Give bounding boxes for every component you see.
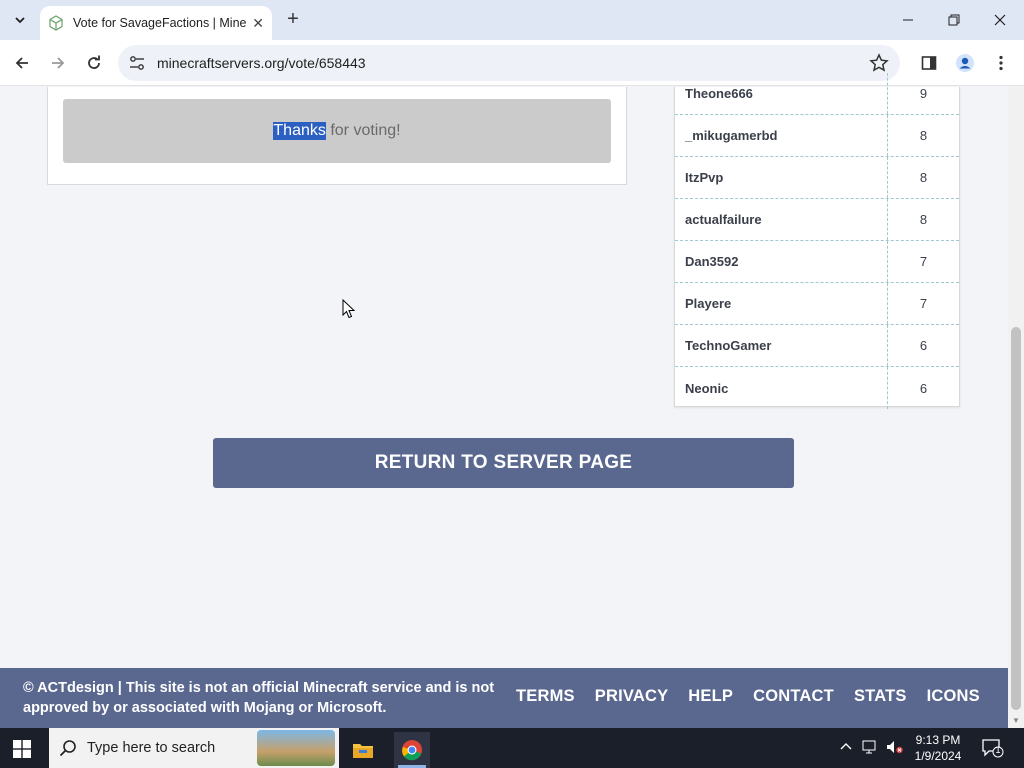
- vote-card: Thanks for voting!: [47, 87, 627, 185]
- browser-tab-bar: Vote for SavageFactions | Minec ✕ +: [0, 0, 1024, 40]
- search-placeholder: Type here to search: [87, 740, 216, 756]
- network-icon[interactable]: [862, 740, 880, 757]
- kebab-menu-icon[interactable]: [990, 52, 1012, 74]
- new-tab-button[interactable]: +: [282, 8, 304, 30]
- voter-count: 8: [919, 170, 928, 185]
- top-voters-table: Theone666 9 _mikugamerbd 8 ItzPvp 8 actualf…: [674, 73, 960, 409]
- minimize-icon[interactable]: [898, 10, 918, 30]
- window-close-icon[interactable]: [990, 10, 1010, 30]
- voter-name: ItzPvp: [675, 157, 888, 198]
- footer-link-terms[interactable]: TERMS: [516, 687, 575, 706]
- voter-row: Neonic 6: [675, 367, 959, 409]
- tab-search-chevron-icon[interactable]: [8, 8, 32, 32]
- scroll-down-arrow-icon[interactable]: ▼: [1012, 716, 1020, 725]
- voter-count: 9: [919, 86, 928, 101]
- site-settings-icon[interactable]: [128, 54, 146, 72]
- voter-row: Playere 7: [675, 283, 959, 325]
- voter-row: TechnoGamer 6: [675, 325, 959, 367]
- voter-count: 7: [919, 254, 928, 269]
- mouse-pointer-icon: [342, 299, 356, 319]
- notification-center-icon[interactable]: 1: [982, 738, 1004, 758]
- clock-date: 1/9/2024: [914, 749, 962, 763]
- thanks-message: Thanks for voting!: [63, 99, 611, 163]
- footer-link-help[interactable]: HELP: [688, 687, 733, 706]
- bookmark-star-icon[interactable]: [869, 53, 889, 73]
- voter-count: 8: [919, 128, 928, 143]
- voter-count: 6: [919, 380, 928, 396]
- voter-name: Playere: [675, 283, 888, 324]
- side-panel-icon[interactable]: [918, 52, 940, 74]
- scrollbar-thumb[interactable]: [1011, 327, 1021, 710]
- voter-row: Dan3592 7: [675, 241, 959, 283]
- footer-link-icons[interactable]: ICONS: [927, 687, 980, 706]
- voter-name: TechnoGamer: [675, 325, 888, 366]
- tab-close-icon[interactable]: ✕: [252, 15, 264, 32]
- footer-link-contact[interactable]: CONTACT: [753, 687, 834, 706]
- search-icon: [59, 740, 76, 757]
- tray-chevron-up-icon[interactable]: [840, 740, 852, 755]
- back-arrow-icon[interactable]: [10, 51, 34, 75]
- voter-name: actualfailure: [675, 199, 888, 240]
- thanks-rest-text: for voting!: [325, 122, 401, 139]
- clock-time: 9:13 PM: [915, 733, 961, 747]
- forward-arrow-icon[interactable]: [46, 51, 70, 75]
- voter-count: 8: [919, 212, 928, 227]
- thanks-highlight-text: Thanks: [273, 122, 326, 140]
- profile-avatar-icon[interactable]: [954, 52, 976, 74]
- page-scrollbar[interactable]: ▼: [1008, 87, 1024, 728]
- tab-title: Vote for SavageFactions | Minec: [73, 16, 247, 30]
- voter-row: Theone666 9: [675, 73, 959, 115]
- voter-row: actualfailure 8: [675, 199, 959, 241]
- address-url[interactable]: minecraftservers.org/vote/658443: [157, 55, 366, 71]
- windows-start-icon[interactable]: [13, 740, 31, 758]
- site-footer: © ACTdesign | This site is not an offici…: [0, 668, 1008, 728]
- voter-name: Theone666: [675, 73, 888, 114]
- windows-taskbar: Type here to search 9:13 PM 1/9/2024 1: [0, 728, 1024, 768]
- chrome-taskbar-icon[interactable]: [394, 732, 430, 768]
- notification-count: 1: [995, 745, 1001, 755]
- footer-link-privacy[interactable]: PRIVACY: [595, 687, 669, 706]
- browser-tab[interactable]: Vote for SavageFactions | Minec ✕: [40, 6, 272, 40]
- voter-row: ItzPvp 8: [675, 157, 959, 199]
- voter-count: 6: [919, 338, 928, 353]
- voter-name: Neonic: [675, 367, 888, 409]
- voter-row: _mikugamerbd 8: [675, 115, 959, 157]
- footer-copyright: © ACTdesign | This site is not an offici…: [23, 680, 495, 716]
- search-highlight-image: [257, 730, 335, 766]
- footer-link-stats[interactable]: STATS: [854, 687, 907, 706]
- footer-links: TERMS PRIVACY HELP CONTACT STATS ICONS: [516, 687, 980, 706]
- file-explorer-icon[interactable]: [345, 732, 381, 768]
- taskbar-clock[interactable]: 9:13 PM 1/9/2024: [908, 732, 968, 764]
- reload-icon[interactable]: [82, 51, 106, 75]
- voter-name: Dan3592: [675, 241, 888, 282]
- volume-muted-icon[interactable]: [886, 740, 904, 757]
- taskbar-search-box[interactable]: Type here to search: [49, 728, 339, 768]
- cube-favicon-icon: [49, 15, 63, 31]
- restore-icon[interactable]: [944, 10, 964, 30]
- voter-count: 7: [919, 296, 928, 311]
- return-to-server-button[interactable]: RETURN TO SERVER PAGE: [213, 438, 794, 488]
- voter-name: _mikugamerbd: [675, 115, 888, 156]
